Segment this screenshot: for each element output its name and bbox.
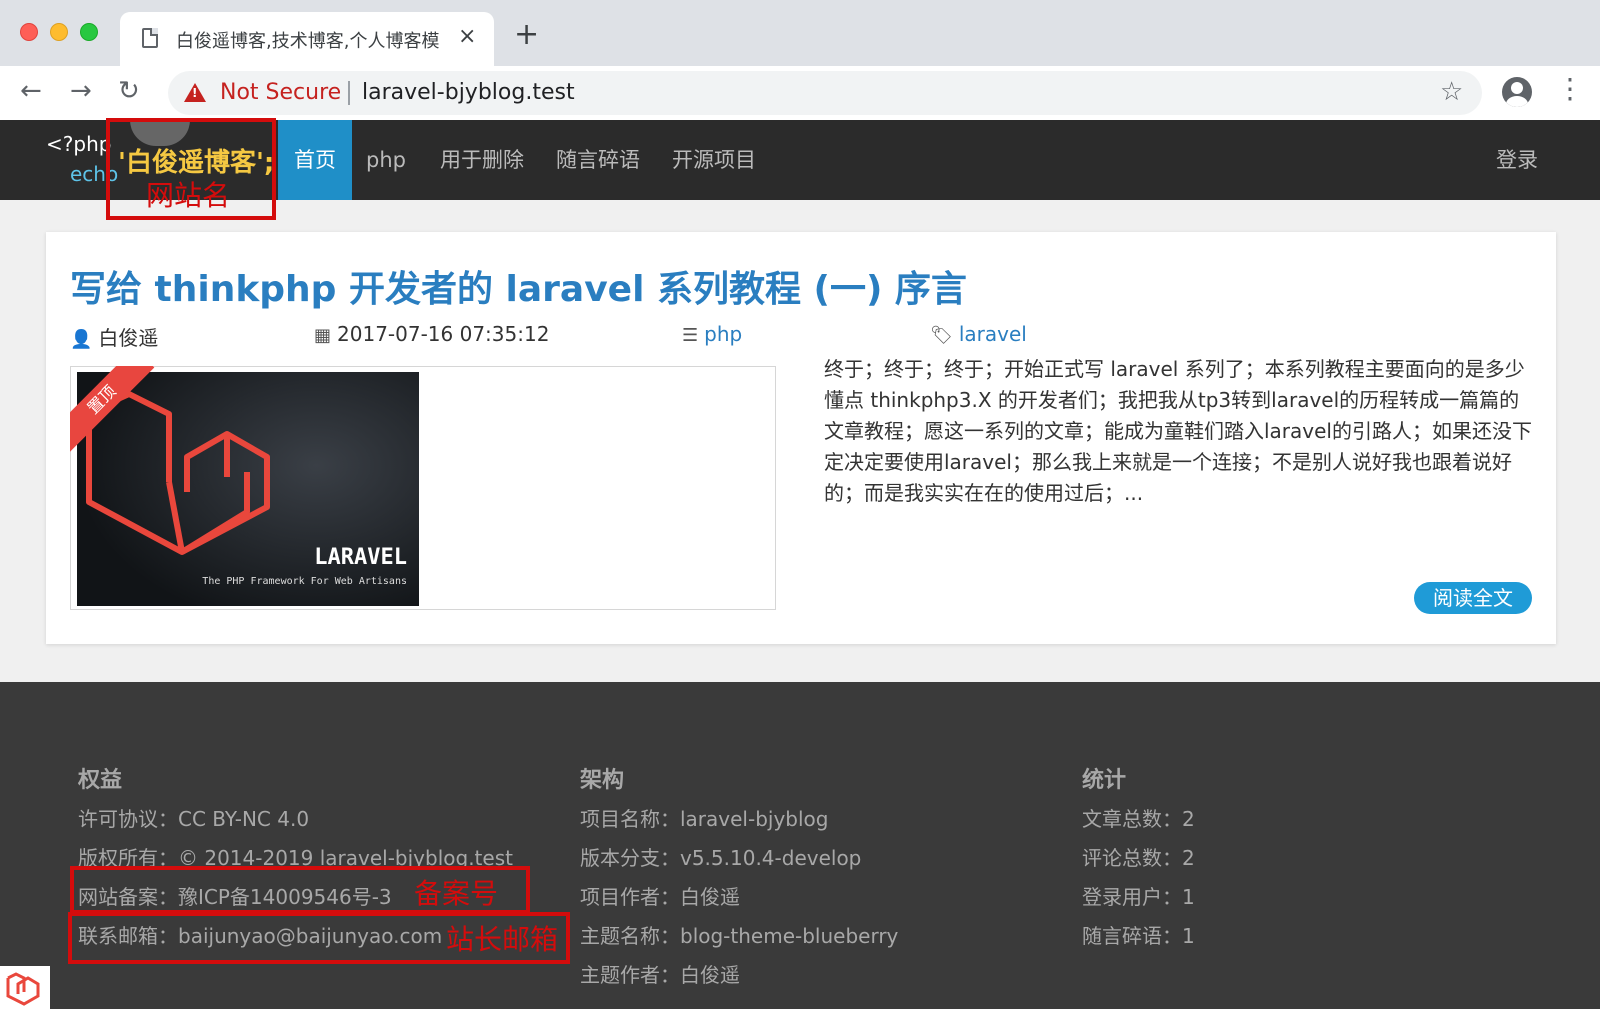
thumb-brand: LARAVEL <box>314 545 407 570</box>
star-icon[interactable]: ☆ <box>1440 77 1463 107</box>
logo-php-text: <?php <box>46 132 112 156</box>
footer-row-comments: 评论总数：2 <box>1082 846 1195 870</box>
tab-close-icon[interactable]: × <box>458 24 476 49</box>
post-date: ▦ 2017-07-16 07:35:12 <box>314 322 549 346</box>
post-category-link[interactable]: php <box>704 322 742 346</box>
nav-item-open-source[interactable]: 开源项目 <box>656 120 772 200</box>
footer-heading: 架构 <box>580 768 625 793</box>
not-secure-label[interactable]: Not Secure <box>220 80 341 105</box>
url-separator <box>348 81 350 105</box>
post-title[interactable]: 写给 thinkphp 开发者的 laravel 系列教程 (一) 序言 <box>70 260 967 312</box>
menu-icon[interactable]: ⋮ <box>1556 74 1584 104</box>
new-tab-button[interactable]: + <box>514 20 539 50</box>
post-thumbnail-frame[interactable]: LARAVEL The PHP Framework For Web Artisa… <box>70 366 776 610</box>
warning-icon <box>184 83 206 102</box>
footer-heading: 权益 <box>78 768 123 793</box>
article-card: 写给 thinkphp 开发者的 laravel 系列教程 (一) 序言 👤 白俊… <box>46 232 1556 644</box>
post-tag-link[interactable]: laravel <box>959 322 1027 346</box>
back-icon[interactable]: ← <box>20 76 42 106</box>
app-corner-icon[interactable] <box>0 966 50 1009</box>
tab-title: 白俊遥博客,技术博客,个人博客模 <box>176 31 440 52</box>
post-date-text: 2017-07-16 07:35:12 <box>337 322 550 346</box>
forward-icon[interactable]: → <box>70 76 92 106</box>
footer-row-users: 登录用户：1 <box>1082 885 1195 909</box>
post-tag: 🏷 laravel <box>930 322 1027 346</box>
post-author: 👤 白俊遥 <box>70 322 158 351</box>
footer-row-version: 版本分支：v5.5.10.4-develop <box>580 846 862 870</box>
nav-item-delete[interactable]: 用于删除 <box>424 120 540 200</box>
footer-row-chats: 随言碎语：1 <box>1082 924 1195 948</box>
post-author-name: 白俊遥 <box>98 326 159 350</box>
document-icon <box>142 28 158 48</box>
footer-row-theme-author: 主题作者：白俊遥 <box>580 963 740 987</box>
post-excerpt: 终于；终于；终于；开始正式写 laravel 系列了；本系列教程主要面向的是多少… <box>824 357 1532 505</box>
laravel-corner-icon <box>6 972 40 1006</box>
nav-item-chat[interactable]: 随言碎语 <box>540 120 656 200</box>
footer-row-articles: 文章总数：2 <box>1082 807 1195 831</box>
address-bar[interactable]: Not Secure laravel-bjyblog.test ☆ <box>168 71 1482 115</box>
user-icon: 👤 <box>70 329 93 350</box>
maximize-window-button[interactable] <box>80 23 98 41</box>
nav-item-home[interactable]: 首页 <box>278 120 352 200</box>
footer-row-author: 项目作者：白俊遥 <box>580 885 740 909</box>
browser-tab-strip: 白俊遥博客,技术博客,个人博客模 × + <box>0 0 1600 66</box>
email-annotation: 站长邮箱 <box>446 923 559 956</box>
calendar-icon: ▦ <box>314 325 332 346</box>
browser-tab[interactable]: 白俊遥博客,技术博客,个人博客模 × <box>120 12 494 66</box>
footer-row-theme[interactable]: 主题名称：blog-theme-blueberry <box>580 921 898 960</box>
footer-column-stats: 统计 文章总数：2 评论总数：2 登录用户：1 随言碎语：1 <box>1082 762 1195 960</box>
site-name-annotation: 网站名 <box>146 179 231 212</box>
post-category: ☰ php <box>682 322 742 346</box>
browser-toolbar: ← → ↻ Not Secure laravel-bjyblog.test ☆ … <box>0 66 1600 120</box>
thumb-tagline: The PHP Framework For Web Artisans <box>202 576 407 587</box>
tag-icon: 🏷 <box>930 325 953 346</box>
minimize-window-button[interactable] <box>50 23 68 41</box>
pinned-ribbon: 置顶 <box>70 366 156 452</box>
pinned-ribbon-label: 置顶 <box>70 366 155 452</box>
close-window-button[interactable] <box>20 23 38 41</box>
read-more-button[interactable]: 阅读全文 <box>1414 582 1532 614</box>
url-text[interactable]: laravel-bjyblog.test <box>362 80 575 105</box>
icp-annotation: 备案号 <box>414 877 499 910</box>
footer-row-project[interactable]: 项目名称：laravel-bjyblog <box>580 804 898 843</box>
nav-item-php[interactable]: php <box>350 120 422 200</box>
profile-icon[interactable] <box>1502 77 1532 107</box>
footer-column-architecture: 架构 项目名称：laravel-bjyblog 版本分支：v5.5.10.4-d… <box>580 762 898 999</box>
list-icon: ☰ <box>682 325 699 346</box>
footer-heading: 统计 <box>1082 768 1127 793</box>
footer-row-license[interactable]: 许可协议：CC BY-NC 4.0 <box>78 804 513 843</box>
reload-icon[interactable]: ↻ <box>118 76 140 106</box>
login-link[interactable]: 登录 <box>1496 120 1538 200</box>
